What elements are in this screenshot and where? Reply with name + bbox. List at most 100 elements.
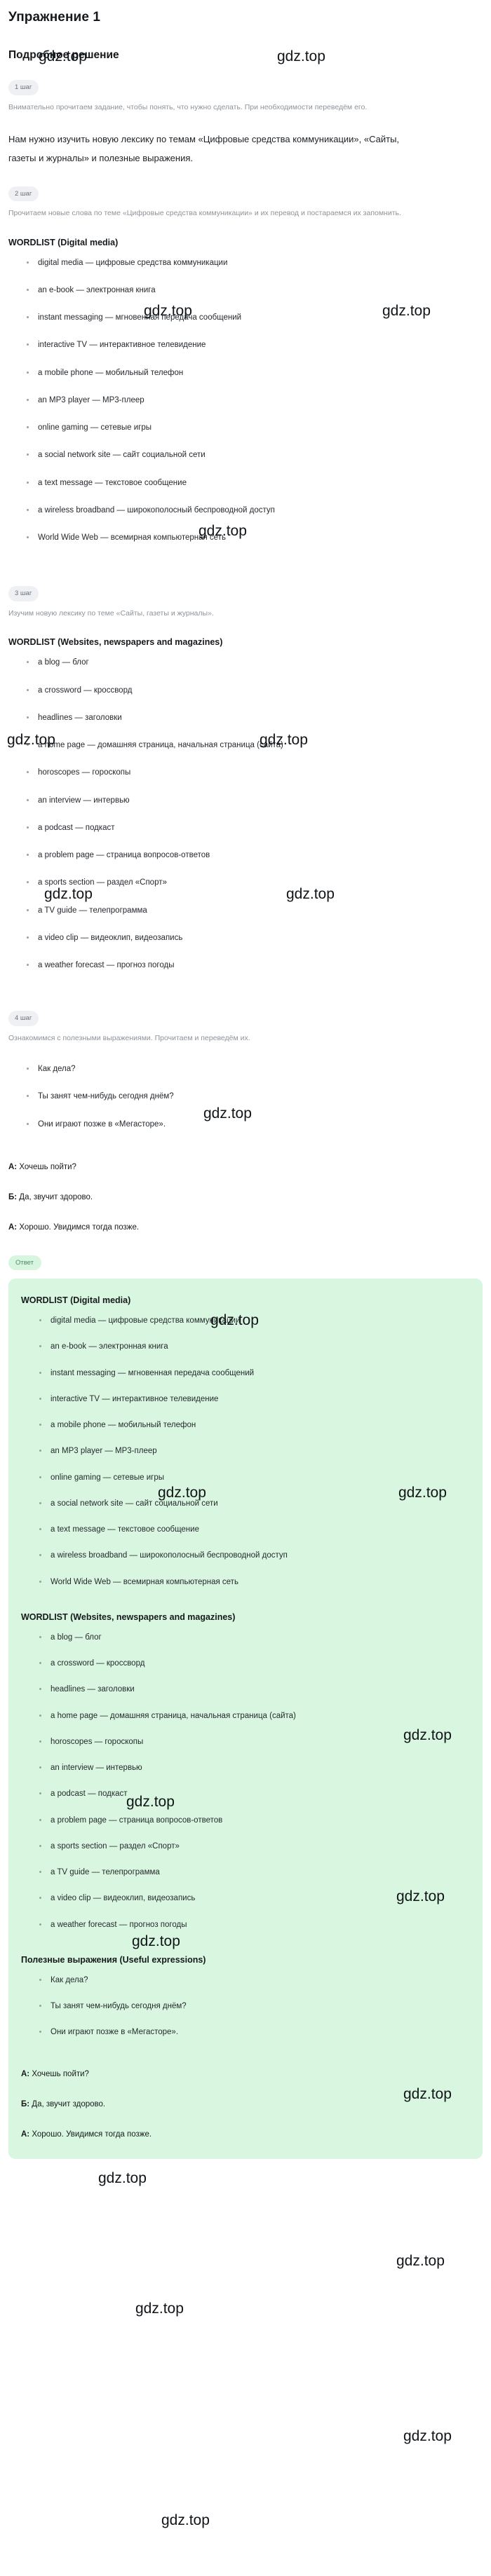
list-item: horoscopes — гороскопы [39,1736,467,1748]
list-item: instant messaging — мгновенная передача … [27,312,483,324]
dialog-text: Хорошо. Увидимся тогда позже. [17,1223,140,1232]
list-item: instant messaging — мгновенная передача … [39,1368,467,1379]
list-item: an MP3 player — MP3-плеер [39,1445,467,1457]
list-item: a problem page — страница вопросов-ответ… [27,850,483,861]
list-item: interactive TV — интерактивное телевиден… [27,339,483,351]
useful-expressions-list: Как дела? Ты занят чем-нибудь сегодня дн… [8,1063,483,1131]
list-item: a crossword — кроссворд [27,685,483,697]
list-item: a TV guide — телепрограмма [27,905,483,917]
step-text-4: Ознакомимся с полезными выражениями. Про… [8,1033,250,1042]
answer-badge: Ответ [8,1255,41,1271]
answer-dialog-line-1: А: Хочешь пойти? [21,2069,467,2080]
list-item: digital media — цифровые средства коммун… [39,1315,467,1327]
list-item: a text message — текстовое сообщение [39,1524,467,1536]
list-item: a mobile phone — мобильный телефон [27,367,483,379]
answer-useful-expressions: Как дела? Ты занят чем-нибудь сегодня дн… [21,1975,467,2039]
list-item: digital media — цифровые средства коммун… [27,257,483,269]
solution-heading: Подробное решение [8,49,119,61]
dialog-text: Да, звучит здорово. [29,2099,106,2108]
list-item: a sports section — раздел «Спорт» [27,877,483,889]
step-badge-1: 1 шаг [8,80,39,95]
watermark: gdz.top [403,2428,452,2444]
list-item: an MP3 player — MP3-плеер [27,395,483,407]
lead-paragraph: Нам нужно изучить новую лексику по темам… [8,133,400,164]
list-item: a crossword — кроссворд [39,1658,467,1670]
list-item: a blog — блог [39,1632,467,1644]
list-item: a podcast — подкаст [39,1788,467,1800]
wordlist-digital-heading: WORDLIST (Digital media) [8,237,119,247]
watermark: gdz.top [396,2253,445,2269]
list-item: an e-book — электронная книга [27,285,483,297]
list-item: Они играют позже в «Мегасторе». [27,1119,483,1131]
list-item: online gaming — сетевые игры [27,422,483,434]
list-item: a problem page — страница вопросов-ответ… [39,1815,467,1827]
list-item: a home page — домашняя страница, начальн… [27,740,483,751]
answer-wordlist-websites-heading: WORDLIST (Websites, newspapers and magaz… [21,1611,236,1622]
answer-wordlist-digital: digital media — цифровые средства коммун… [21,1315,467,1588]
list-item: an interview — интервью [39,1762,467,1774]
dialog-speaker: А: [21,2130,30,2139]
list-item: headlines — заголовки [27,712,483,724]
list-item: Как дела? [39,1975,467,1986]
list-item: a TV guide — телепрограмма [39,1867,467,1879]
dialog-text: Да, звучит здорово. [17,1193,93,1202]
list-item: an interview — интервью [27,795,483,807]
answer-box: WORDLIST (Digital media) digital media —… [8,1279,483,2160]
answer-wordlist-digital-heading: WORDLIST (Digital media) [21,1295,131,1306]
dialog-speaker: Б: [21,2099,30,2108]
step-text-1: Внимательно прочитаем задание, чтобы пон… [8,102,368,111]
dialog-text: Хочешь пойти? [29,2069,89,2078]
list-item: headlines — заголовки [39,1684,467,1696]
list-item: a social network site — сайт социальной … [39,1498,467,1510]
dialog-text: Хорошо. Увидимся тогда позже. [29,2130,152,2139]
list-item: a video clip — видеоклип, видеозапись [27,932,483,944]
dialog-speaker: А: [8,1223,18,1232]
step-text-3: Изучим новую лексику по теме «Сайты, газ… [8,608,214,618]
watermark: gdz.top [98,2170,147,2186]
solution-page: Упражнение 1 Подробное решение 1 шаг Вни… [0,10,491,2172]
list-item: World Wide Web — всемирная компьютерная … [39,1576,467,1588]
answer-dialog-line-2: Б: Да, звучит здорово. [21,2099,467,2111]
list-item: a weather forecast — прогноз погоды [27,960,483,972]
step-badge-4: 4 шаг [8,1011,39,1026]
list-item: Ты занят чем-нибудь сегодня днём? [39,2001,467,2012]
list-item: a social network site — сайт социальной … [27,449,483,461]
answer-dialog-line-3: А: Хорошо. Увидимся тогда позже. [21,2129,467,2141]
list-item: a video clip — видеоклип, видеозапись [39,1893,467,1904]
step-badge-3: 3 шаг [8,586,39,601]
list-item: a wireless broadband — широкополосный бе… [27,505,483,517]
list-item: Они играют позже в «Мегасторе». [39,2026,467,2038]
list-item: a mobile phone — мобильный телефон [39,1419,467,1431]
list-item: interactive TV — интерактивное телевиден… [39,1393,467,1405]
list-item: Как дела? [27,1063,483,1075]
list-item: a wireless broadband — широкополосный бе… [39,1550,467,1562]
list-item: World Wide Web — всемирная компьютерная … [27,532,483,544]
dialog-speaker: А: [21,2069,30,2078]
dialog-speaker: Б: [8,1193,18,1202]
list-item: a home page — домашняя страница, начальн… [39,1710,467,1722]
list-item: a sports section — раздел «Спорт» [39,1841,467,1853]
list-item: a podcast — подкаст [27,822,483,834]
dialog-line-2: Б: Да, звучит здорово. [8,1192,483,1204]
list-item: a weather forecast — прогноз погоды [39,1919,467,1931]
wordlist-websites-heading: WORDLIST (Websites, newspapers and magaz… [8,637,223,648]
useful-expressions-heading: Полезные выражения (Useful expressions) [21,1954,206,1965]
dialog-speaker: А: [8,1162,18,1171]
list-item: a text message — текстовое сообщение [27,477,483,489]
list-item: an e-book — электронная книга [39,1341,467,1353]
dialog-line-3: А: Хорошо. Увидимся тогда позже. [8,1222,483,1234]
wordlist-websites: a blog — блог a crossword — кроссворд he… [8,657,483,972]
step-badge-2: 2 шаг [8,186,39,202]
watermark: gdz.top [161,2512,210,2528]
list-item: Ты занят чем-нибудь сегодня днём? [27,1091,483,1103]
step-text-2: Прочитаем новые слова по теме «Цифровые … [8,209,401,218]
wordlist-digital: digital media — цифровые средства коммун… [8,257,483,545]
answer-wordlist-websites: a blog — блог a crossword — кроссворд he… [21,1632,467,1931]
list-item: online gaming — сетевые игры [39,1472,467,1484]
list-item: a blog — блог [27,657,483,669]
watermark: gdz.top [135,2301,184,2317]
dialog-line-1: А: Хочешь пойти? [8,1161,483,1173]
page-title: Упражнение 1 [8,10,101,25]
dialog-text: Хочешь пойти? [17,1162,76,1171]
list-item: horoscopes — гороскопы [27,767,483,779]
